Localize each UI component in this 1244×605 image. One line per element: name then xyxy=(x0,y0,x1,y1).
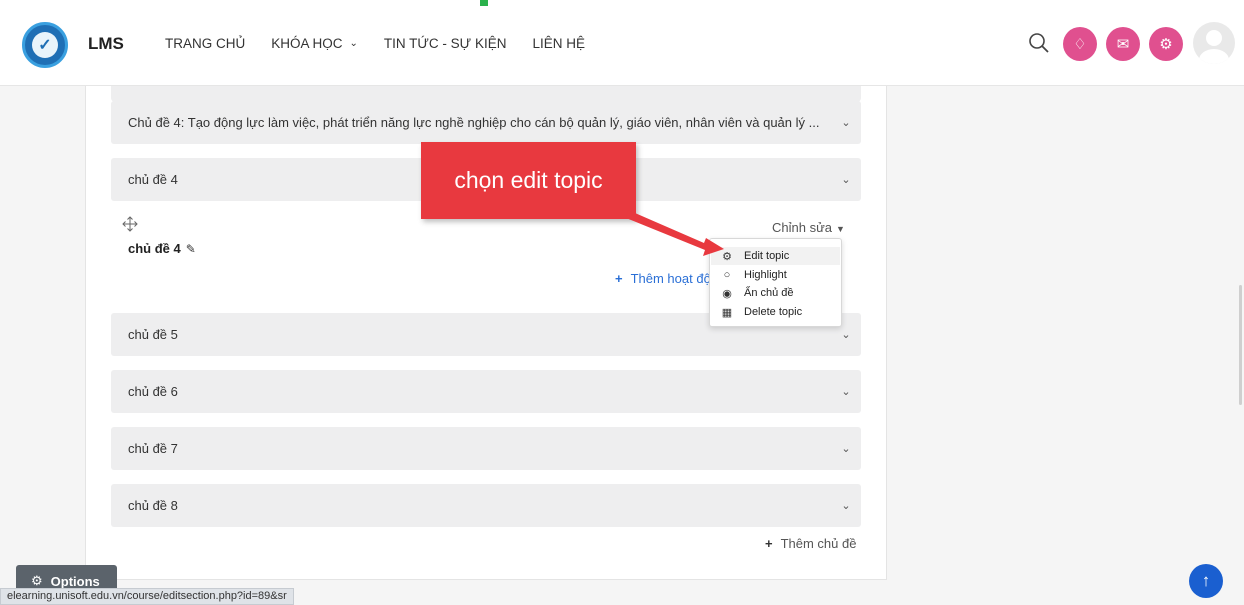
add-activity-label: Thêm hoạt động xyxy=(630,271,709,286)
scrollbar[interactable] xyxy=(1239,285,1242,405)
nav-news-label: TIN TỨC - SỰ KIỆN xyxy=(383,36,507,51)
edit-menu-toggle[interactable]: Chỉnh sửa ▼ xyxy=(772,220,845,235)
search-icon[interactable] xyxy=(1028,32,1050,54)
section-stub xyxy=(111,86,861,102)
nav-contact-label: LIÊN HỆ xyxy=(532,36,586,51)
section-title: chủ đề 8 xyxy=(128,498,178,513)
chevron-down-icon[interactable]: ⌄ xyxy=(831,442,861,455)
chevron-down-icon[interactable]: ⌄ xyxy=(831,173,861,186)
user-avatar[interactable] xyxy=(1193,22,1235,64)
gear-icon: ⚙ xyxy=(1159,36,1173,53)
topic-name: chủ đề 4 xyxy=(128,241,181,256)
add-activity-link[interactable]: + Thêm hoạt động xyxy=(615,271,709,286)
section-title: chủ đề 5 xyxy=(128,327,178,342)
main-nav: TRANG CHỦ KHÓA HỌC ⌄ TIN TỨC - SỰ KIỆN LI… xyxy=(165,36,611,51)
chat-icon: ✉ xyxy=(1116,36,1130,53)
menu-item-delete-topic[interactable]: ▦ Delete topic xyxy=(720,303,802,321)
menu-item-label: Delete topic xyxy=(744,306,803,318)
chevron-down-icon[interactable]: ⌄ xyxy=(831,499,861,512)
menu-item-label: Highlight xyxy=(744,269,787,281)
topic-heading: chủ đề 4 ✎ xyxy=(128,241,196,256)
nav-news[interactable]: TIN TỨC - SỰ KIỆN xyxy=(384,36,507,51)
add-topic-label: Thêm chủ đề xyxy=(780,536,857,551)
plus-icon: + xyxy=(615,271,623,286)
logo-emblem: ✓ xyxy=(32,32,58,58)
menu-item-highlight[interactable]: ○ Highlight xyxy=(720,266,787,284)
annotation-text: chọn edit topic xyxy=(454,167,603,193)
section-title: Chủ đề 4: Tạo động lực làm việc, phát tr… xyxy=(128,115,820,130)
gear-icon: ⚙ xyxy=(722,250,732,263)
circle-icon: ○ xyxy=(723,269,731,281)
decorative-marker xyxy=(480,0,488,6)
section-title: chủ đề 7 xyxy=(128,441,178,456)
section-title: chủ đề 6 xyxy=(128,384,178,399)
eye-icon: ◉ xyxy=(722,287,732,300)
back-to-top-button[interactable]: ↑ xyxy=(1189,564,1223,598)
add-topic-link[interactable]: + Thêm chủ đề xyxy=(765,536,856,551)
menu-item-label: Edit topic xyxy=(744,250,790,262)
section-row[interactable]: Chủ đề 4: Tạo động lực làm việc, phát tr… xyxy=(111,101,861,144)
chevron-down-icon[interactable]: ⌄ xyxy=(831,385,861,398)
chevron-down-icon[interactable]: ⌄ xyxy=(831,116,861,129)
chevron-down-icon[interactable]: ⌄ xyxy=(831,328,861,341)
section-row[interactable]: chủ đề 8 ⌄ xyxy=(111,484,861,527)
school-logo[interactable]: ✓ xyxy=(22,22,68,68)
settings-button[interactable]: ⚙ xyxy=(1149,27,1183,61)
gear-icon: ⚙ xyxy=(31,573,43,588)
annotation-callout: chọn edit topic xyxy=(421,142,636,219)
nav-home-label: TRANG CHỦ xyxy=(165,36,246,51)
menu-item-hide-topic[interactable]: ◉ Ẩn chủ đề xyxy=(720,284,794,302)
section-row[interactable]: chủ đề 6 ⌄ xyxy=(111,370,861,413)
avatar-icon xyxy=(1199,30,1229,64)
nav-home[interactable]: TRANG CHỦ xyxy=(165,36,245,51)
menu-item-edit-topic[interactable]: ⚙ Edit topic xyxy=(711,247,840,265)
bell-icon: ♢ xyxy=(1073,36,1087,53)
trash-icon: ▦ xyxy=(721,306,733,319)
edit-menu-label: Chỉnh sửa xyxy=(772,220,833,235)
edit-dropdown-menu: ⚙ Edit topic ○ Highlight ◉ Ẩn chủ đề ▦ Delet… xyxy=(709,238,842,327)
nav-contact[interactable]: LIÊN HỆ xyxy=(532,36,585,51)
status-bar-url: elearning.unisoft.edu.vn/course/editsect… xyxy=(0,588,294,605)
site-header: ✓ LMS TRANG CHỦ KHÓA HỌC ⌄ TIN TỨC - SỰ K… xyxy=(0,0,1244,86)
caret-down-icon: ▼ xyxy=(836,224,845,234)
brand-name[interactable]: LMS xyxy=(88,34,124,54)
nav-courses[interactable]: KHÓA HỌC ⌄ xyxy=(271,36,358,51)
messages-button[interactable]: ✉ xyxy=(1106,27,1140,61)
section-row[interactable]: chủ đề 7 ⌄ xyxy=(111,427,861,470)
nav-courses-label: KHÓA HỌC xyxy=(271,36,343,51)
pencil-icon[interactable]: ✎ xyxy=(186,242,196,256)
plus-icon: + xyxy=(765,536,773,551)
menu-item-label: Ẩn chủ đề xyxy=(744,287,794,299)
move-icon[interactable] xyxy=(122,216,138,232)
chevron-down-icon: ⌄ xyxy=(349,38,358,49)
arrow-up-icon: ↑ xyxy=(1201,571,1211,590)
notification-button[interactable]: ♢ xyxy=(1063,27,1097,61)
options-label: Options xyxy=(50,573,100,589)
